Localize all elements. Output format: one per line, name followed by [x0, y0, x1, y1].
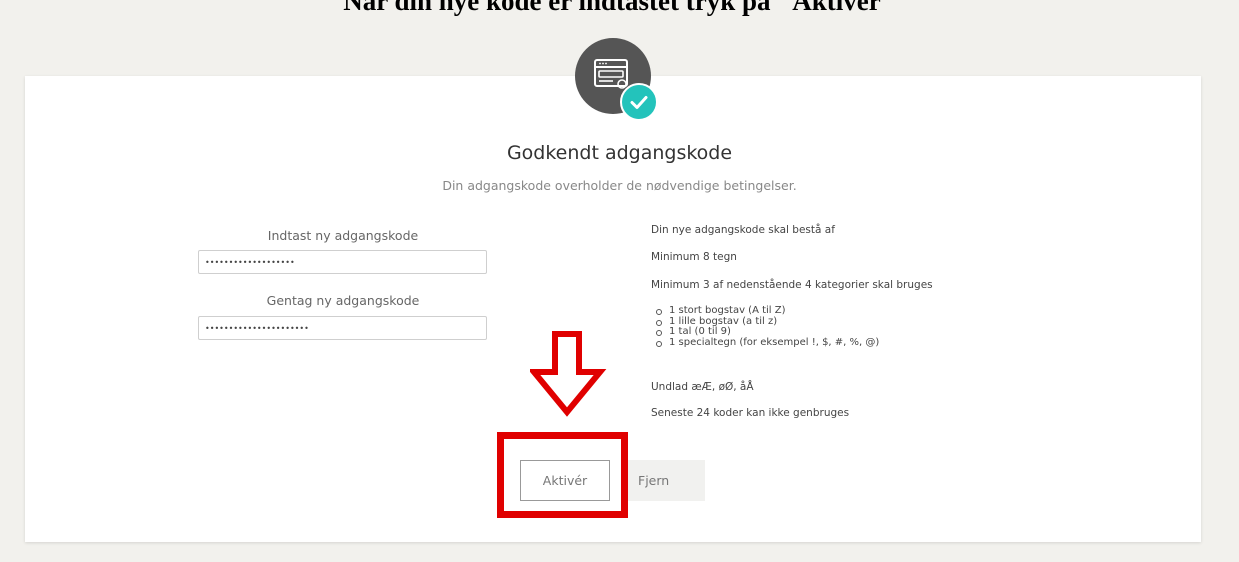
category-list: 1 stort bogstav (A til Z) 1 lille bogsta…	[651, 305, 880, 348]
repeat-password-label: Gentag ny adgangskode	[266, 293, 420, 308]
check-badge-icon	[620, 83, 658, 121]
instruction-heading: Når din nye kode er indtastet tryk på "A…	[343, 0, 896, 16]
requirement-categories: Minimum 3 af nedenstående 4 kategorier s…	[651, 279, 933, 291]
new-password-input[interactable]	[198, 250, 487, 274]
requirement-min-length: Minimum 8 tegn	[651, 251, 737, 263]
remove-button[interactable]: Fjern	[628, 460, 705, 501]
down-arrow-icon	[530, 331, 607, 417]
status-subtitle: Din adgangskode overholder de nødvendige…	[442, 178, 797, 193]
repeat-password-input[interactable]	[198, 316, 487, 340]
requirement-history: Seneste 24 koder kan ikke genbruges	[651, 407, 850, 419]
list-item: 1 stort bogstav (A til Z)	[655, 305, 879, 317]
activate-button[interactable]: Aktivér	[520, 460, 610, 501]
new-password-label: Indtast ny adgangskode	[267, 228, 419, 243]
status-title: Godkendt adgangskode	[506, 142, 733, 164]
list-item: 1 tal (0 til 9)	[655, 326, 879, 338]
requirements-heading: Din nye adgangskode skal bestå af	[651, 224, 835, 236]
requirement-exclusion: Undlad æÆ, øØ, åÅ	[651, 381, 754, 393]
status-icon	[575, 38, 658, 122]
list-item: 1 specialtegn (for eksempel !, $, #, %, …	[655, 336, 880, 348]
